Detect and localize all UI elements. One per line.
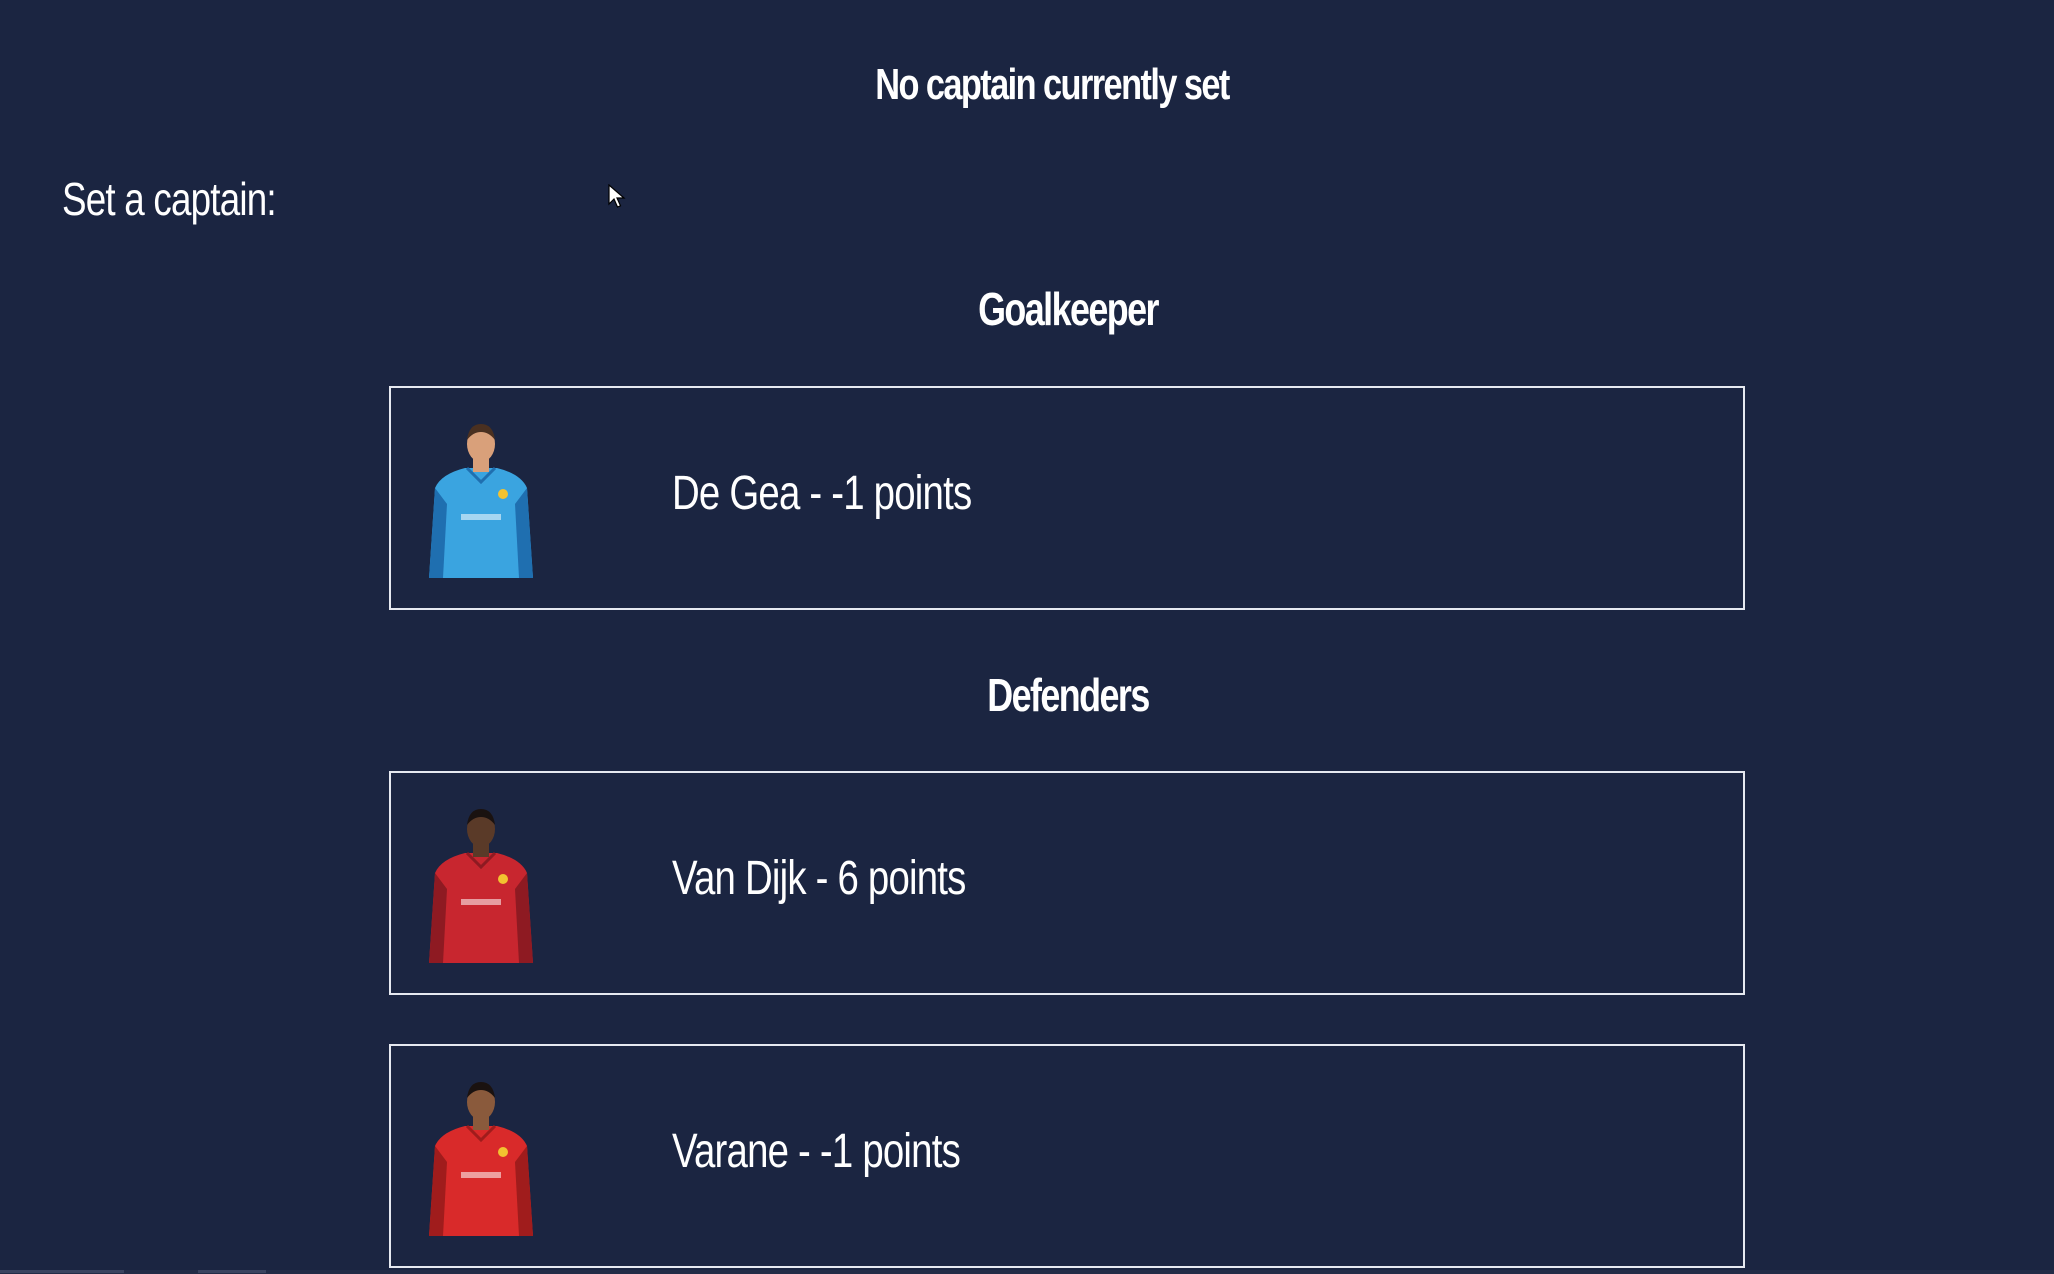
player-label: Van Dijk - 6 points	[672, 852, 966, 905]
player-label: De Gea - -1 points	[672, 467, 972, 520]
player-card-varane[interactable]: Varane - -1 points	[389, 1044, 1745, 1268]
player-photo	[429, 1082, 533, 1236]
captain-status-title: No captain currently set	[875, 60, 1230, 109]
player-label: Varane - -1 points	[672, 1125, 961, 1178]
player-card-de-gea[interactable]: De Gea - -1 points	[389, 386, 1745, 610]
captain-page: No captain currently set Set a captain: …	[0, 0, 2054, 1274]
section-heading-defenders: Defenders	[987, 669, 1150, 721]
player-card-van-dijk[interactable]: Van Dijk - 6 points	[389, 771, 1745, 995]
mouse-cursor-icon	[608, 184, 626, 208]
bottom-scroll-strip	[0, 1270, 2054, 1274]
player-photo	[429, 809, 533, 963]
section-heading-goalkeeper: Goalkeeper	[978, 283, 1159, 335]
set-captain-label: Set a captain:	[62, 173, 277, 225]
player-photo	[429, 424, 533, 578]
